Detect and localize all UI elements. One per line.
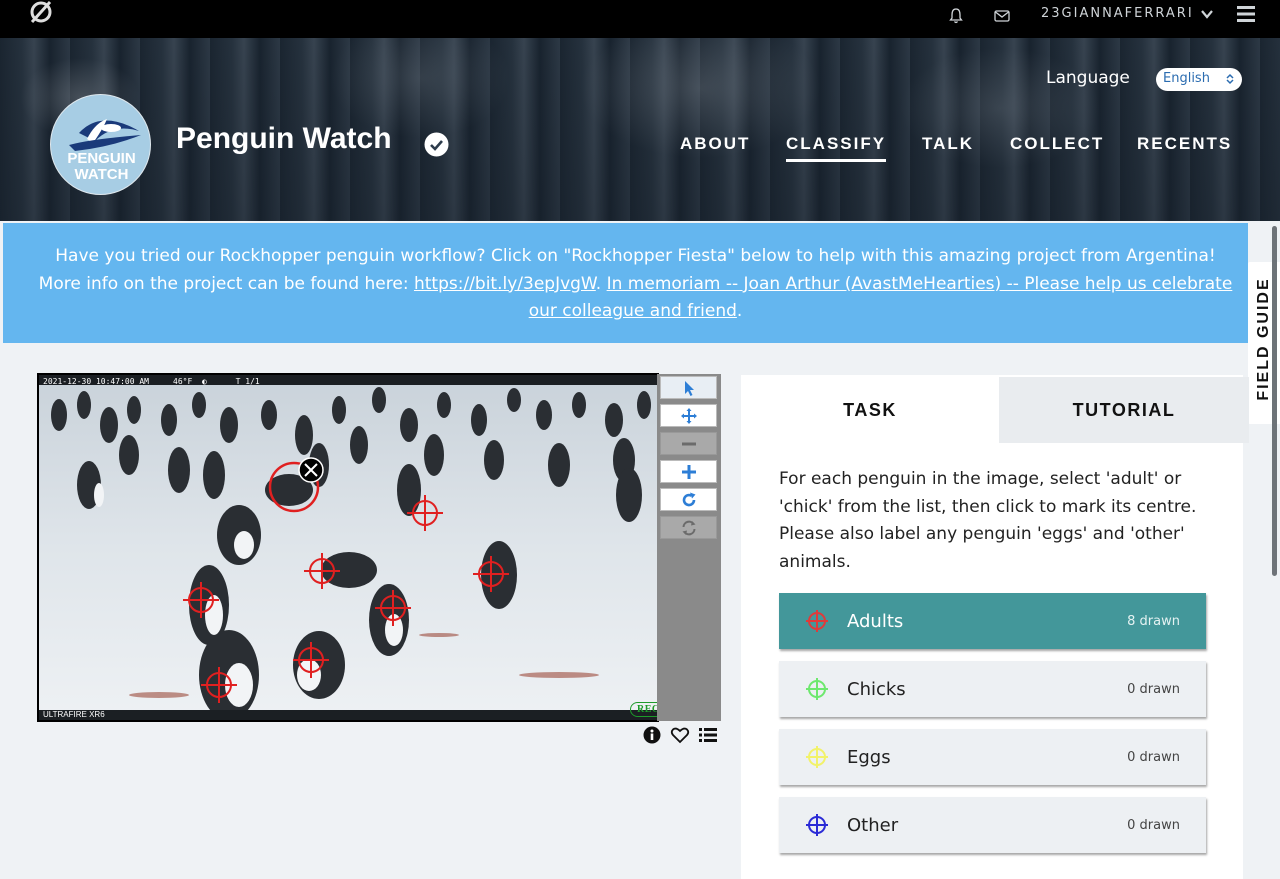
tool-count: 8 drawn	[1127, 613, 1180, 629]
tool-other[interactable]: Other 0 drawn	[779, 797, 1206, 853]
tool-label: Chicks	[847, 678, 906, 700]
nav-collect[interactable]: COLLECT	[1010, 134, 1104, 154]
announcement-link-bitly[interactable]: https://bit.ly/3epJvgW	[414, 274, 596, 294]
pan-icon	[680, 407, 697, 424]
nav-about[interactable]: ABOUT	[680, 134, 750, 154]
project-header: Language English PENGUIN WATCH Penguin W…	[0, 38, 1280, 221]
penguin-colony-photo	[39, 375, 657, 720]
rotate-button[interactable]	[660, 488, 717, 511]
zoom-out-button[interactable]	[660, 432, 717, 455]
rotate-icon	[682, 492, 695, 506]
crosshair-icon	[806, 814, 828, 836]
reset-button[interactable]	[660, 516, 717, 539]
bell-icon[interactable]	[947, 7, 965, 25]
crosshair-icon	[806, 746, 828, 768]
heart-icon[interactable]	[670, 725, 690, 745]
project-title[interactable]: Penguin Watch	[176, 122, 392, 156]
field-guide-label: FIELD GUIDE	[1255, 277, 1272, 401]
zoom-in-icon	[681, 464, 696, 479]
pointer-icon	[684, 380, 694, 396]
page-scrollbar[interactable]	[1272, 226, 1277, 576]
nav-talk[interactable]: TALK	[922, 134, 974, 154]
zoom-in-button[interactable]	[660, 460, 717, 483]
avatar-text-line2: WATCH	[74, 166, 129, 183]
avatar-text-line1: PENGUIN	[67, 150, 136, 167]
tool-label: Eggs	[847, 746, 891, 768]
info-icon[interactable]	[642, 725, 662, 745]
chevron-down-icon[interactable]	[1200, 7, 1214, 21]
username[interactable]: 23GIANNAFERRARI	[1041, 6, 1194, 21]
zooniverse-logo-icon[interactable]	[28, 0, 54, 26]
tool-label: Other	[847, 814, 899, 836]
verified-check-icon	[424, 132, 449, 157]
camera-timestamp: 2021-12-30 10:47:00 AM 46°F ◐ T 1/1	[43, 377, 260, 386]
tool-count: 0 drawn	[1127, 749, 1180, 765]
list-icon[interactable]	[698, 725, 718, 745]
select-arrows-icon	[1226, 73, 1234, 85]
language-select[interactable]: English	[1156, 68, 1242, 91]
announcement-end: .	[736, 301, 743, 321]
tool-chicks[interactable]: Chicks 0 drawn	[779, 661, 1206, 717]
top-bar: 23GIANNAFERRARI	[0, 0, 1280, 38]
camera-brand: RECONYX	[630, 702, 657, 717]
project-avatar[interactable]: PENGUIN WATCH	[50, 94, 151, 195]
camera-model: ULTRAFIRE XR6	[43, 710, 105, 719]
mail-icon[interactable]	[993, 7, 1011, 25]
tool-eggs[interactable]: Eggs 0 drawn	[779, 729, 1206, 785]
task-instructions: For each penguin in the image, select 'a…	[779, 469, 1197, 572]
pan-button[interactable]	[660, 404, 717, 427]
pointer-button[interactable]	[660, 376, 717, 399]
nav-recents[interactable]: RECENTS	[1137, 134, 1232, 154]
tool-label: Adults	[847, 610, 904, 632]
hamburger-menu-icon[interactable]	[1237, 5, 1255, 23]
subject-image[interactable]: 2021-12-30 10:47:00 AM 46°F ◐ T 1/1 ULTR…	[37, 373, 659, 722]
tool-count: 0 drawn	[1127, 681, 1180, 697]
language-label: Language	[1046, 68, 1130, 88]
tab-tutorial[interactable]: TUTORIAL	[999, 377, 1249, 443]
language-value: English	[1163, 71, 1210, 86]
announcement-banner: Have you tried our Rockhopper penguin wo…	[3, 223, 1248, 343]
tab-task[interactable]: TASK	[741, 377, 999, 443]
zoom-out-icon	[681, 442, 696, 445]
announcement-separator: .	[595, 273, 607, 294]
announcement-link-memoriam[interactable]: In memoriam -- Joan Arthur (AvastMeHeart…	[529, 274, 1233, 322]
nav-classify[interactable]: CLASSIFY	[786, 134, 887, 162]
crosshair-icon	[806, 678, 828, 700]
crosshair-icon	[806, 610, 828, 632]
reset-icon	[682, 520, 695, 535]
tool-count: 0 drawn	[1127, 817, 1180, 833]
delete-mark-icon[interactable]	[298, 457, 324, 483]
tool-adults[interactable]: Adults 8 drawn	[779, 593, 1206, 649]
image-toolbar	[657, 374, 721, 721]
